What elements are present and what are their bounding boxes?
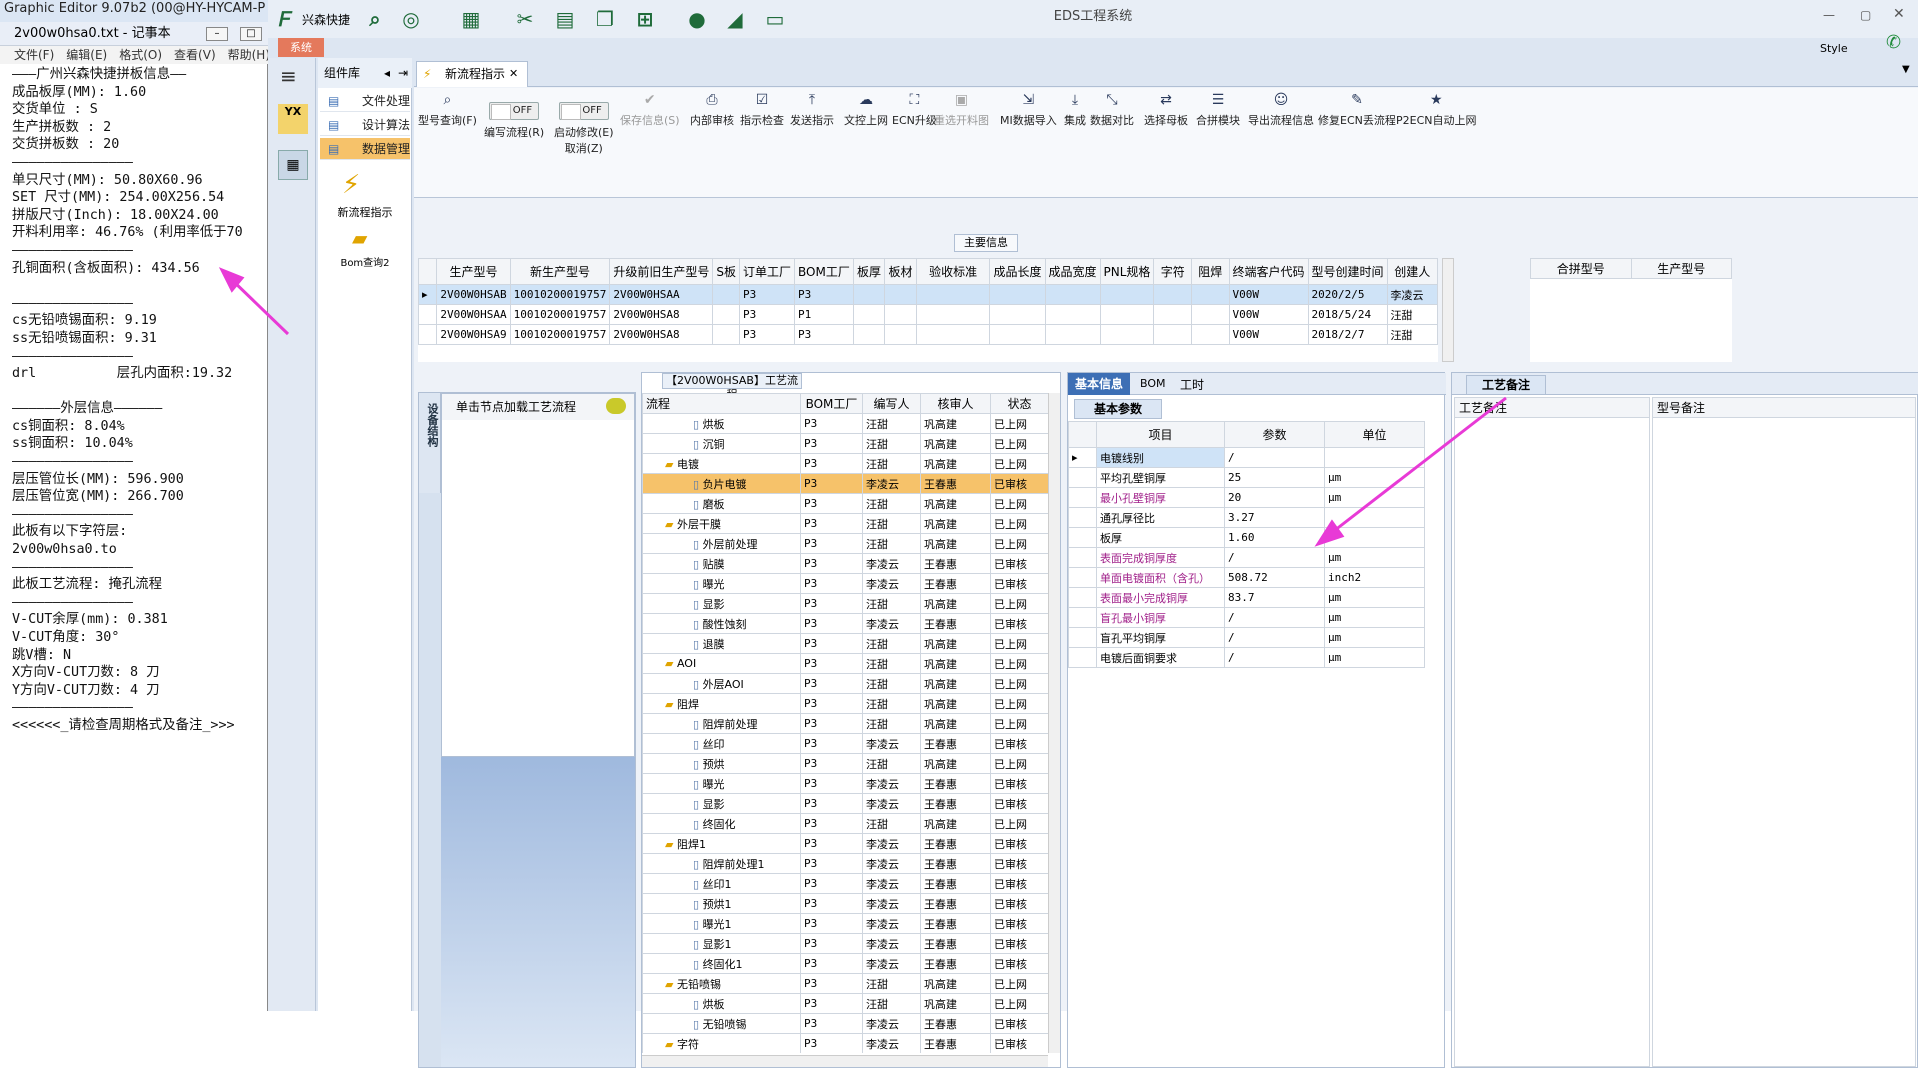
flow-node[interactable]: ▯ 无铅喷锡	[642, 1013, 801, 1034]
flow-row[interactable]: ▯ 无铅喷锡 P3 李凌云 王春惠 已审核	[642, 1013, 1049, 1034]
flow-writer: 李凌云	[862, 1033, 921, 1053]
arrow-right	[1314, 396, 1507, 547]
annotation-arrows	[218, 267, 1507, 547]
flow-node[interactable]: ▰ 字符	[642, 1033, 801, 1053]
folder-icon: ▰	[665, 1037, 677, 1051]
flow-reviewer: 王春惠	[920, 1013, 991, 1034]
arrow-left	[218, 267, 290, 336]
flow-row[interactable]: ▰ 字符 P3 李凌云 王春惠 已审核	[642, 1033, 1049, 1053]
flow-reviewer: 王春惠	[920, 1033, 991, 1053]
flow-status: 已审核	[990, 1033, 1049, 1053]
flow-bom: P3	[800, 1013, 863, 1034]
document-icon: ▯	[693, 1017, 703, 1031]
flow-hscrollbar[interactable]	[642, 1055, 1048, 1067]
flow-node-label: 无铅喷锡	[702, 1017, 747, 1031]
flow-status: 已审核	[990, 1013, 1049, 1034]
flow-node-label: 字符	[676, 1037, 699, 1051]
flow-writer: 李凌云	[862, 1013, 921, 1034]
flow-bom: P3	[800, 1033, 863, 1053]
